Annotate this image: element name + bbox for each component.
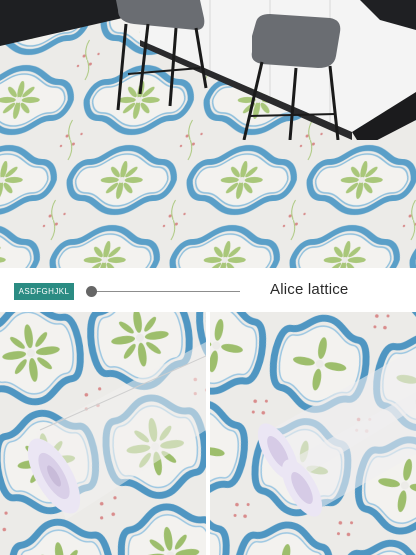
slider-handle (86, 286, 97, 297)
slider-track (92, 291, 240, 292)
kitchen-island (0, 0, 416, 140)
left-rolled-wallpaper-photo (0, 312, 206, 555)
hero-kitchen-photo (0, 0, 416, 268)
right-rolled-wallpaper-photo (210, 312, 416, 555)
brand-badge: ASDFGHJKL (14, 283, 74, 300)
pattern-name: Alice lattice (270, 281, 349, 298)
